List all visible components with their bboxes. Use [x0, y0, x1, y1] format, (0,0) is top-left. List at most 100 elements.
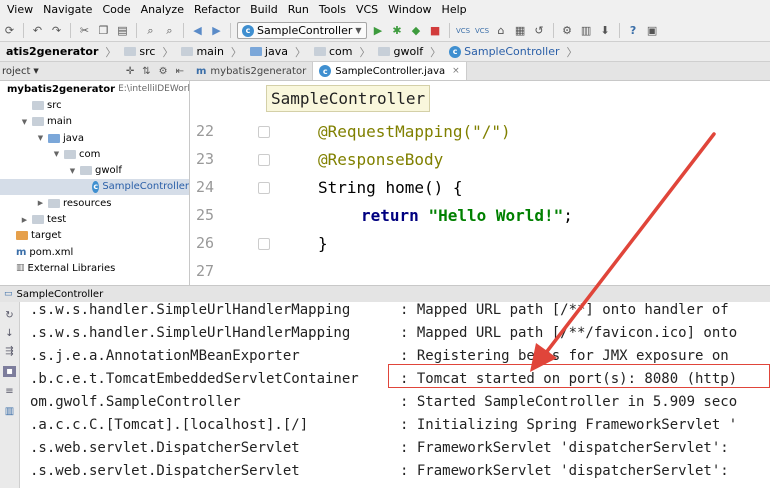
folder-icon	[249, 47, 262, 56]
scroll-from-source-icon[interactable]: ✛	[126, 66, 134, 77]
breadcrumb-label: com	[328, 45, 353, 58]
tree-item[interactable]: ▼ com	[0, 146, 189, 162]
tab-module[interactable]: m mybatis2generator	[190, 62, 314, 80]
help-icon[interactable]: ?	[626, 23, 641, 38]
breadcrumb-item[interactable]: c SampleController 〉	[445, 42, 581, 62]
copy-icon[interactable]: ❐	[96, 23, 111, 38]
line-number: 24	[196, 178, 215, 196]
menu-view[interactable]: View	[2, 0, 38, 20]
menu-navigate[interactable]: Navigate	[38, 0, 97, 20]
tree-item[interactable]: ▼ gwolf	[0, 162, 189, 178]
expand-arrow-icon[interactable]: ▼	[36, 134, 45, 142]
settings-icon[interactable]: ≡	[3, 386, 16, 397]
tree-root[interactable]: mybatis2generator E:\intelliIDEWorkspa	[0, 81, 189, 97]
replace-icon[interactable]: ⌕	[162, 23, 177, 38]
vcs-commit-icon[interactable]: VCS	[475, 23, 490, 38]
tree-item[interactable]: ▥ External Libraries	[0, 260, 189, 276]
fold-marker-icon[interactable]	[258, 154, 270, 166]
expand-arrow-icon[interactable]: ▼	[68, 167, 77, 175]
tree-item[interactable]: target	[0, 228, 189, 244]
breadcrumb-item[interactable]: src 〉	[120, 42, 177, 62]
main-toolbar: ⟳ ↶ ↷ ✂ ❐ ▤ ⌕ ⌕ ◀ ▶ c SampleController ▼…	[0, 20, 770, 42]
menu-tools[interactable]: Tools	[314, 0, 351, 20]
expand-arrow-icon[interactable]: ▼	[20, 118, 29, 126]
run-configuration-select[interactable]: c SampleController ▼	[237, 22, 367, 39]
menu-analyze[interactable]: Analyze	[136, 0, 189, 20]
chevron-down-icon[interactable]: ▼	[33, 67, 38, 75]
project-structure-icon[interactable]: ▥	[579, 23, 594, 38]
run-icon[interactable]: ▶	[371, 23, 386, 38]
gear-icon[interactable]: ⚙	[159, 66, 168, 77]
settings-icon[interactable]: ⚙	[560, 23, 575, 38]
collapse-arrow-icon[interactable]: ▶	[20, 216, 29, 224]
cut-icon[interactable]: ✂	[77, 23, 92, 38]
tree-item[interactable]: ▶ test	[0, 211, 189, 227]
scroll-down-icon[interactable]: ↓	[3, 328, 16, 339]
annotation-text: @ResponseBody	[318, 150, 444, 169]
menu-run[interactable]: Run	[283, 0, 314, 20]
menu-refactor[interactable]: Refactor	[189, 0, 245, 20]
sidebar-toggle-icon[interactable]: ▣	[645, 23, 660, 38]
tree-item[interactable]: ▶ resources	[0, 195, 189, 211]
run-panel-title[interactable]: SampleController	[17, 289, 104, 300]
keyword-text: return	[361, 206, 429, 225]
tree-item[interactable]: c SampleController	[0, 178, 189, 196]
code-editor[interactable]: 22 23 24 25 26 27 SampleController @Requ…	[190, 81, 770, 285]
soft-wrap-icon[interactable]: ⇶	[3, 346, 16, 357]
tree-item-label: resources	[63, 197, 112, 209]
console-message-text: : Initializing Spring FrameworkServlet '	[400, 417, 738, 433]
breadcrumb-item[interactable]: gwolf 〉	[374, 42, 445, 62]
type-text: String	[318, 178, 386, 197]
undo-icon[interactable]: ↶	[30, 23, 45, 38]
back-icon[interactable]: ◀	[190, 23, 205, 38]
debug-icon[interactable]: ✱	[390, 23, 405, 38]
sdk-icon[interactable]: ⬇	[598, 23, 613, 38]
breadcrumb-item[interactable]: atis2generator 〉	[2, 42, 120, 62]
close-icon[interactable]: ×	[452, 66, 460, 76]
annotate-icon[interactable]: ▦	[513, 23, 528, 38]
vcs-update-icon[interactable]: VCS	[456, 23, 471, 38]
coverage-icon[interactable]: ◆	[409, 23, 424, 38]
folder-icon	[124, 47, 137, 56]
folder-icon	[64, 149, 76, 159]
menu-help[interactable]: Help	[437, 0, 472, 20]
hide-panel-icon[interactable]: ⇤	[176, 66, 184, 77]
console-logger-text: .a.c.c.C.[Tomcat].[localhost].[/]	[30, 417, 309, 433]
console-output[interactable]: .s.w.s.handler.SimpleUrlHandlerMapping : …	[20, 302, 770, 488]
string-literal-text: "Hello World!"	[428, 206, 564, 225]
tree-item[interactable]: m pom.xml	[0, 244, 189, 260]
redo-icon[interactable]: ↷	[49, 23, 64, 38]
project-panel-title[interactable]: roject	[2, 66, 30, 77]
tree-item[interactable]: ▼ main	[0, 114, 189, 130]
paste-icon[interactable]: ▤	[115, 23, 130, 38]
menu-code[interactable]: Code	[97, 0, 135, 20]
menu-window[interactable]: Window	[383, 0, 436, 20]
fold-marker-icon[interactable]	[258, 238, 270, 250]
tree-item[interactable]: ▼ java	[0, 130, 189, 146]
clear-all-icon[interactable]: ▥	[3, 406, 16, 417]
menu-build[interactable]: Build	[245, 0, 283, 20]
revert-icon[interactable]: ↺	[532, 23, 547, 38]
console-logger-text: .s.w.s.handler.SimpleUrlHandlerMapping	[30, 325, 351, 341]
menu-vcs[interactable]: VCS	[351, 0, 383, 20]
console-logger-text: .s.web.servlet.DispatcherServlet	[30, 440, 300, 456]
fold-marker-icon[interactable]	[258, 182, 270, 194]
expand-arrow-icon[interactable]: ▼	[52, 150, 61, 158]
breadcrumb-item[interactable]: java 〉	[246, 42, 310, 62]
breadcrumb-item[interactable]: main 〉	[177, 42, 245, 62]
forward-icon[interactable]: ▶	[209, 23, 224, 38]
maven-icon: m	[196, 65, 207, 77]
collapse-all-icon[interactable]: ⇅	[142, 66, 150, 77]
sync-icon[interactable]: ⟳	[2, 23, 17, 38]
vcs-history-icon[interactable]: ⌂	[494, 23, 509, 38]
breadcrumb-item[interactable]: com 〉	[310, 42, 375, 62]
console-message-text: : Mapped URL path [/**/favicon.ico] onto	[400, 325, 738, 341]
collapse-arrow-icon[interactable]: ▶	[36, 199, 45, 207]
tree-item[interactable]: src	[0, 97, 189, 113]
rerun-icon[interactable]: ↻	[3, 310, 16, 321]
print-icon[interactable]: ▪	[3, 366, 16, 377]
fold-marker-icon[interactable]	[258, 126, 270, 138]
stop-icon[interactable]: ■	[428, 23, 443, 38]
find-icon[interactable]: ⌕	[143, 23, 158, 38]
tab-sample-controller[interactable]: c SampleController.java ×	[313, 62, 467, 80]
